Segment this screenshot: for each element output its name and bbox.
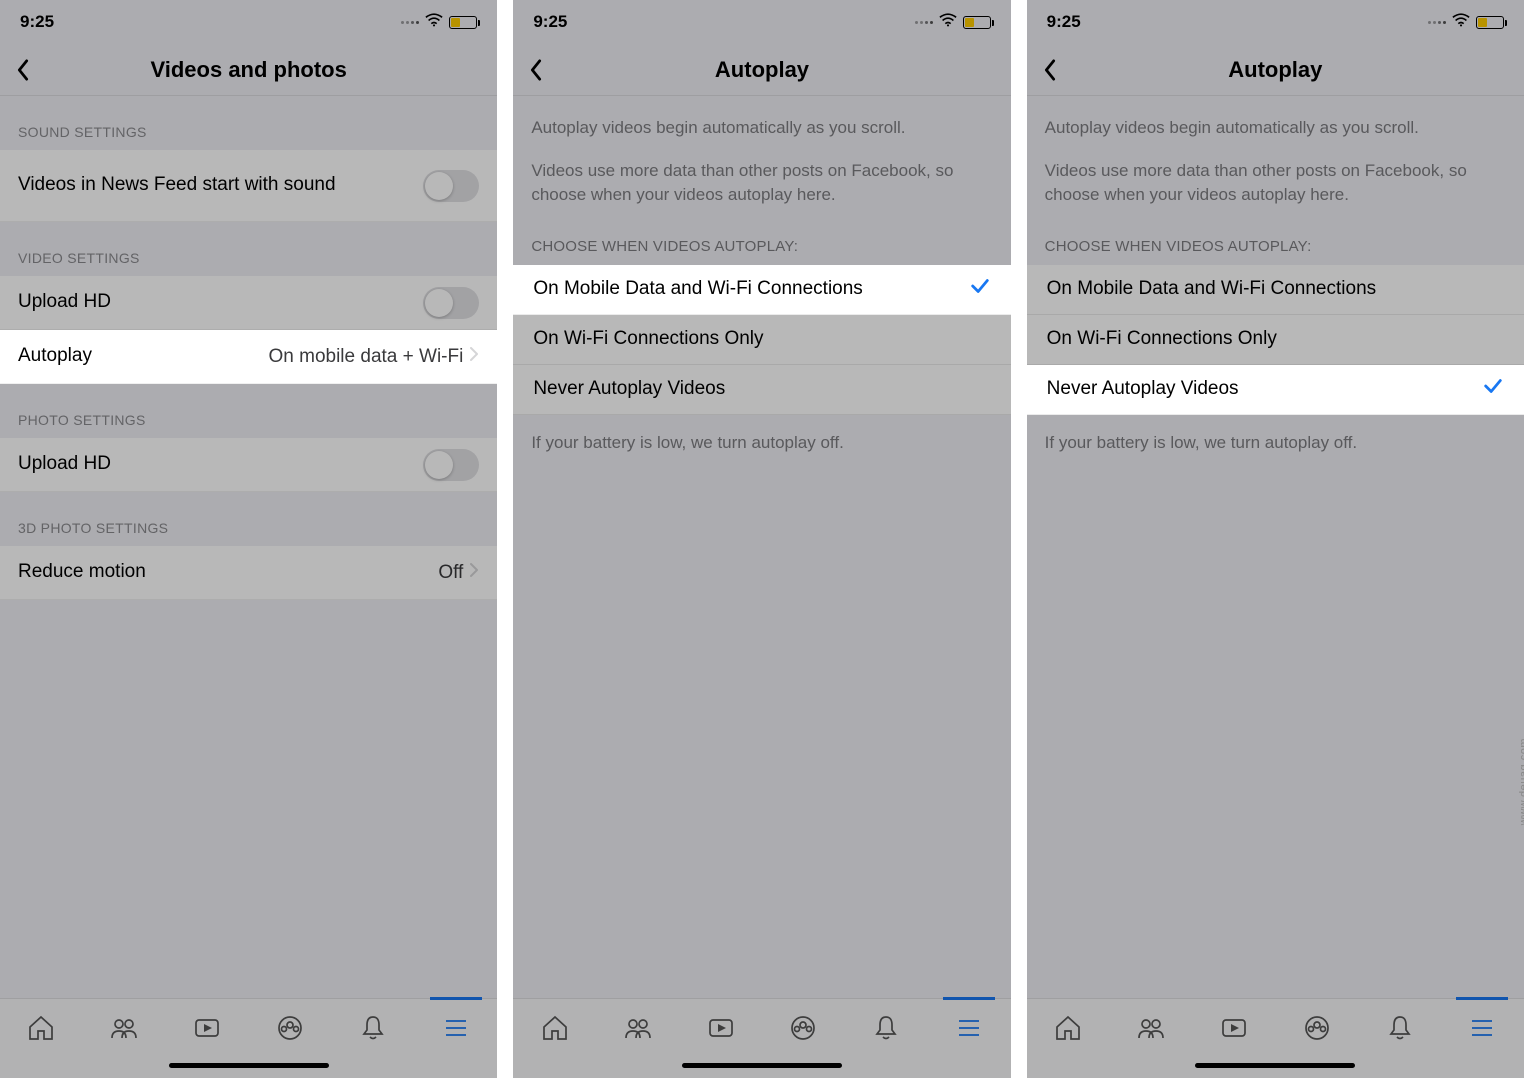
option-never[interactable]: Never Autoplay Videos [1027,365,1524,415]
tab-friends[interactable] [104,1011,144,1045]
page-title: Autoplay [513,57,1010,83]
cell-signal-icon [1428,21,1446,24]
screen-videos-and-photos: 9:25 Videos and photos SOUND SETTINGS Vi… [0,0,497,1078]
option-label: On Wi-Fi Connections Only [533,328,763,350]
tab-groups[interactable] [783,1011,823,1045]
section-sound-settings: SOUND SETTINGS [0,96,497,150]
tab-home[interactable] [21,1011,61,1045]
autoplay-footer: If your battery is low, we turn autoplay… [1027,415,1524,471]
option-label: On Mobile Data and Wi-Fi Connections [533,278,862,300]
option-label: On Wi-Fi Connections Only [1047,328,1277,350]
row-label: Upload HD [18,452,423,477]
tab-home[interactable] [1048,1011,1088,1045]
home-indicator [169,1063,329,1068]
row-value: Off [438,562,463,584]
home-indicator [1195,1063,1355,1068]
tab-bar [1027,998,1524,1078]
toggle-off-icon[interactable] [423,449,479,481]
autoplay-desc-1: Autoplay videos begin automatically as y… [513,96,1010,147]
toggle-off-icon[interactable] [423,170,479,202]
tab-menu[interactable] [436,1011,476,1045]
autoplay-footer: If your battery is low, we turn autoplay… [513,415,1010,471]
battery-icon [449,16,477,29]
option-wifi-only[interactable]: On Wi-Fi Connections Only [513,315,1010,365]
row-videos-sound[interactable]: Videos in News Feed start with sound [0,150,497,222]
tab-notifications[interactable] [353,1011,393,1045]
tab-watch[interactable] [1214,1011,1254,1045]
section-photo-settings: PHOTO SETTINGS [0,384,497,438]
tab-watch[interactable] [701,1011,741,1045]
status-time: 9:25 [533,12,567,32]
option-label: Never Autoplay Videos [1047,378,1239,400]
option-wifi-only[interactable]: On Wi-Fi Connections Only [1027,315,1524,365]
screen-autoplay-never: 9:25 Autoplay Autoplay videos begin auto… [1027,0,1524,1078]
choose-header: CHOOSE WHEN VIDEOS AUTOPLAY: [513,214,1010,265]
tab-menu[interactable] [1462,1011,1502,1045]
page-title: Videos and photos [0,57,497,83]
wifi-icon [425,12,443,32]
row-reduce-motion[interactable]: Reduce motion Off [0,546,497,600]
back-button[interactable] [1035,55,1065,85]
row-label: Reduce motion [18,560,438,585]
status-time: 9:25 [1047,12,1081,32]
tab-menu[interactable] [949,1011,989,1045]
status-bar: 9:25 [513,0,1010,44]
status-bar: 9:25 [1027,0,1524,44]
chevron-right-icon [469,562,479,584]
section-video-settings: VIDEO SETTINGS [0,222,497,276]
wifi-icon [939,12,957,32]
option-label: On Mobile Data and Wi-Fi Connections [1047,278,1376,300]
row-upload-hd-photo[interactable]: Upload HD [0,438,497,492]
chevron-right-icon [469,346,479,368]
nav-header: Videos and photos [0,44,497,96]
row-upload-hd-video[interactable]: Upload HD [0,276,497,330]
choose-header: CHOOSE WHEN VIDEOS AUTOPLAY: [1027,214,1524,265]
cell-signal-icon [915,21,933,24]
page-title: Autoplay [1027,57,1524,83]
option-mobile-and-wifi[interactable]: On Mobile Data and Wi-Fi Connections [513,265,1010,315]
autoplay-desc-2: Videos use more data than other posts on… [513,147,1010,214]
autoplay-desc-1: Autoplay videos begin automatically as y… [1027,96,1524,147]
status-bar: 9:25 [0,0,497,44]
battery-icon [1476,16,1504,29]
home-indicator [682,1063,842,1068]
nav-header: Autoplay [513,44,1010,96]
check-icon [969,275,991,303]
tab-home[interactable] [535,1011,575,1045]
watermark: www.deuaq.com [1518,738,1524,825]
tab-watch[interactable] [187,1011,227,1045]
tab-groups[interactable] [270,1011,310,1045]
screen-autoplay-option1: 9:25 Autoplay Autoplay videos begin auto… [513,0,1010,1078]
back-button[interactable] [521,55,551,85]
status-time: 9:25 [20,12,54,32]
toggle-off-icon[interactable] [423,287,479,319]
tab-bar [513,998,1010,1078]
nav-header: Autoplay [1027,44,1524,96]
option-label: Never Autoplay Videos [533,378,725,400]
row-autoplay[interactable]: Autoplay On mobile data + Wi-Fi [0,330,497,384]
tab-notifications[interactable] [1380,1011,1420,1045]
autoplay-desc-2: Videos use more data than other posts on… [1027,147,1524,214]
option-mobile-and-wifi[interactable]: On Mobile Data and Wi-Fi Connections [1027,265,1524,315]
row-label: Autoplay [18,344,269,369]
row-label: Videos in News Feed start with sound [18,173,423,198]
row-label: Upload HD [18,290,423,315]
tab-groups[interactable] [1297,1011,1337,1045]
tab-bar [0,998,497,1078]
battery-icon [963,16,991,29]
wifi-icon [1452,12,1470,32]
check-icon [1482,375,1504,403]
tab-friends[interactable] [1131,1011,1171,1045]
section-3d-photo: 3D PHOTO SETTINGS [0,492,497,546]
cell-signal-icon [401,21,419,24]
row-value: On mobile data + Wi-Fi [269,346,464,368]
option-never[interactable]: Never Autoplay Videos [513,365,1010,415]
tab-friends[interactable] [618,1011,658,1045]
back-button[interactable] [8,55,38,85]
tab-notifications[interactable] [866,1011,906,1045]
